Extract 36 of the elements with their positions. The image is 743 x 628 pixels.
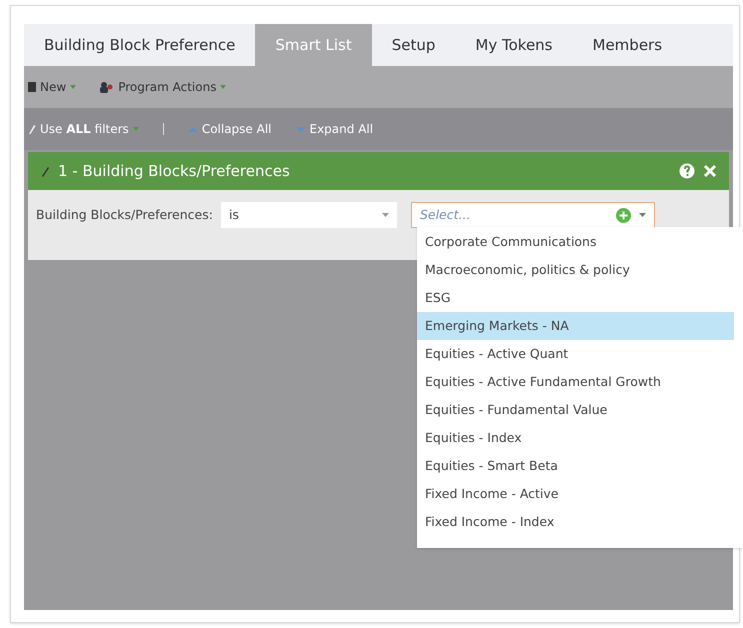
dropdown-option[interactable]: Equities - Fundamental Value [417,396,734,424]
tab[interactable]: My Tokens [455,24,573,66]
filter-label: Building Blocks/Preferences: [36,206,213,224]
toolbar-menu-button[interactable]: Program Actions [100,75,226,99]
pencil-icon [28,124,36,134]
caret-icon [132,127,139,131]
tab[interactable]: Setup [372,24,456,66]
help-icon[interactable] [679,163,695,179]
value-select[interactable]: Select... [410,202,655,228]
dropdown-option[interactable]: Equities - Index [417,424,734,452]
people-icon [100,82,114,92]
filter-title: 1 - Building Blocks/Preferences [58,160,290,182]
toolbar-menu-button[interactable]: New [28,75,76,99]
caret-icon [220,85,226,89]
caret-icon [70,85,76,89]
close-icon[interactable] [703,164,717,178]
add-icon[interactable] [616,208,631,222]
pencil-icon [40,165,50,177]
caret-icon [638,213,646,217]
tab[interactable]: Members [572,24,682,66]
down-triangle-icon [296,126,306,132]
caret-icon [382,213,389,217]
dropdown-option[interactable]: Equities - Active Fundamental Growth [417,368,734,396]
dropdown-option[interactable]: Equities - Active Quant [417,340,734,368]
dropdown-option[interactable]: Fixed Income - Active [417,480,734,508]
dropdown-option[interactable]: Corporate Communications [417,228,734,256]
up-triangle-icon [188,126,198,132]
dropdown-option[interactable]: Fixed Income - Index [417,508,734,536]
dropdown-option[interactable]: Emerging Markets - NA [417,312,734,340]
dropdown-option[interactable]: ESG [417,284,734,312]
tab[interactable]: Building Block Preference [24,24,256,66]
dropdown-option[interactable]: Equities - Smart Beta [417,452,734,480]
operator-select[interactable]: is [220,202,397,228]
document-icon [28,82,36,92]
value-input[interactable]: Select... [420,206,608,224]
dropdown-option[interactable]: Macroeconomic, politics & policy [417,256,734,284]
